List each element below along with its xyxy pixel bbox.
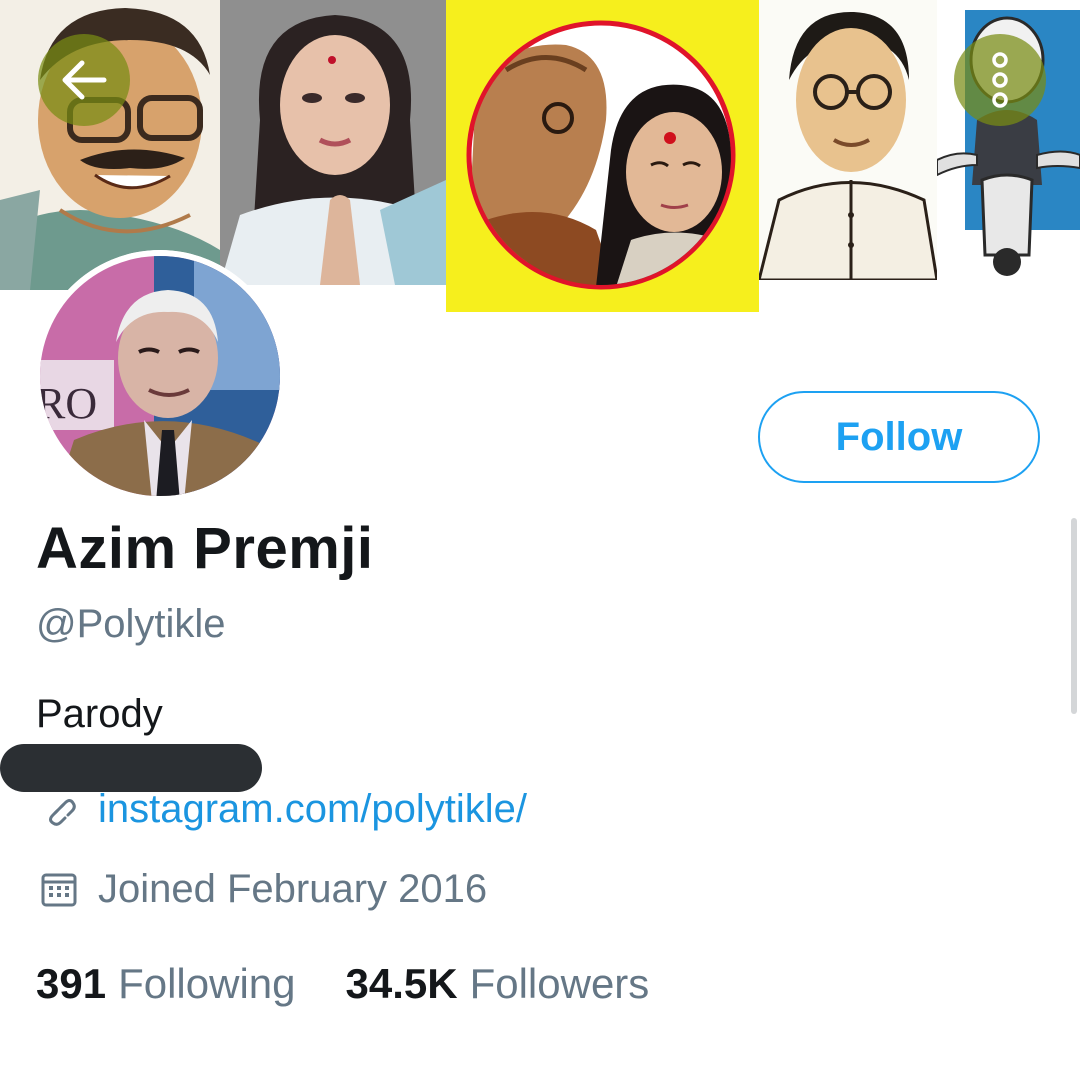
avatar[interactable]: RO <box>34 250 286 502</box>
banner-panel-glasses-portrait <box>759 0 937 280</box>
following-count: 391 <box>36 960 107 1007</box>
followers-stat[interactable]: 34.5K Followers <box>346 960 650 1008</box>
display-name: Azim Premji <box>36 516 374 581</box>
following-stat[interactable]: 391 Following <box>36 960 296 1008</box>
following-label: Following <box>118 960 296 1007</box>
more-vertical-icon <box>992 52 1008 108</box>
more-options-button[interactable] <box>954 34 1046 126</box>
back-button[interactable] <box>38 34 130 126</box>
banner-panel-woman-portrait <box>220 0 446 285</box>
followers-count: 34.5K <box>345 960 458 1007</box>
calendar-icon <box>36 866 82 912</box>
banner-panel-circle-cartoon <box>446 0 759 312</box>
follow-button[interactable]: Follow <box>758 391 1040 483</box>
profile-link-row: instagram.com/polytikle/ <box>36 786 527 832</box>
user-handle: @Polytikle <box>36 602 226 646</box>
followers-label: Followers <box>469 960 650 1007</box>
joined-date: Joined February 2016 <box>98 866 488 911</box>
arrow-left-icon <box>62 60 107 100</box>
follow-stats: 391 Following 34.5K Followers <box>36 960 699 1008</box>
profile-page: RO Follow Azim Premji @Polytikle Parody <box>0 0 1080 1090</box>
joined-date-row: Joined February 2016 <box>36 866 487 912</box>
scrollbar[interactable] <box>1071 518 1077 714</box>
website-link[interactable]: instagram.com/polytikle/ <box>98 787 527 832</box>
redaction-bar <box>0 744 262 792</box>
bio-text: Parody <box>36 692 163 736</box>
link-icon <box>36 786 82 832</box>
